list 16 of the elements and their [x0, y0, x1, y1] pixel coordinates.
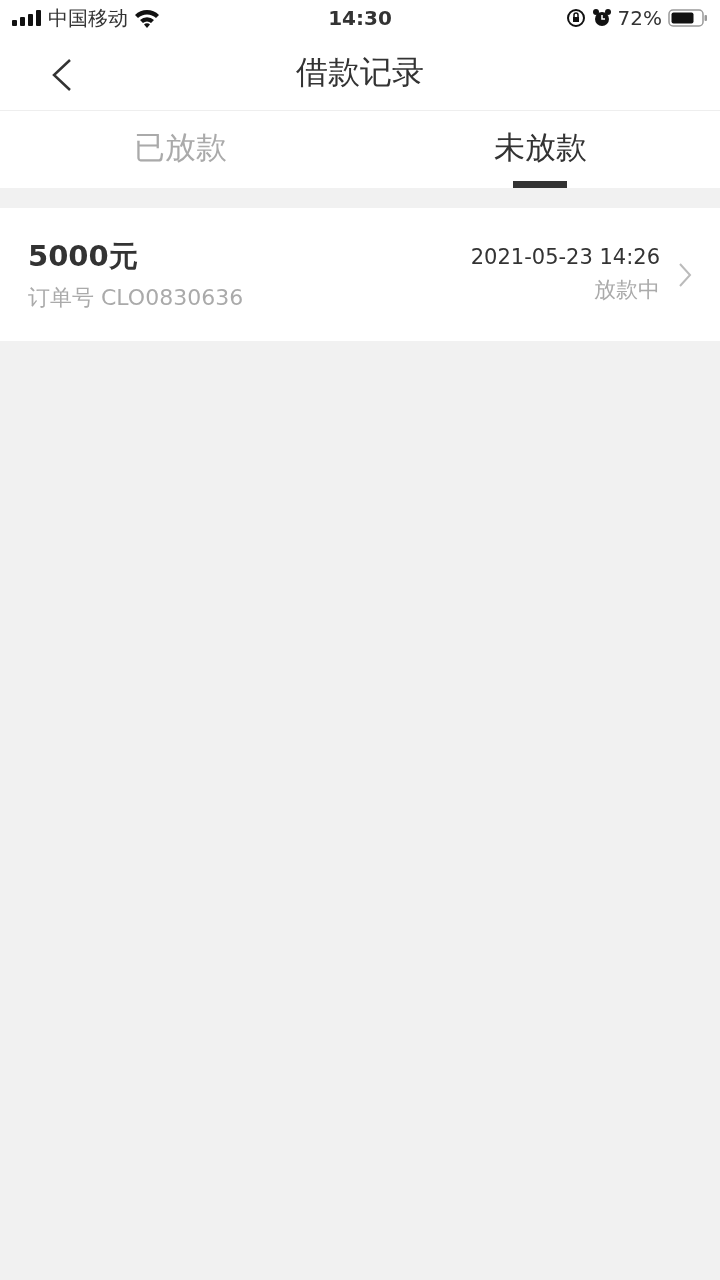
order-number: 订单号 CLO0830636 — [28, 283, 245, 312]
carrier-name: 中国移动 — [48, 4, 128, 32]
loan-record-card[interactable]: 5000元 订单号 CLO0830636 2021-05-23 14:26 放款中 — [0, 208, 720, 341]
battery-icon — [668, 8, 708, 28]
loan-status: 放款中 — [594, 275, 660, 304]
wifi-icon — [134, 8, 160, 28]
record-datetime: 2021-05-23 14:26 — [470, 244, 660, 269]
alarm-icon — [591, 8, 612, 28]
page-title: 借款记录 — [296, 52, 424, 93]
clock-time: 14:30 — [328, 6, 392, 30]
chevron-right-icon — [678, 261, 692, 288]
tab[interactable]: 未放款 — [360, 111, 720, 188]
loan-amount: 5000元 — [28, 237, 139, 275]
battery-percent: 72% — [617, 6, 662, 30]
signal-icon — [12, 10, 42, 26]
rotation-lock-icon — [565, 8, 586, 28]
